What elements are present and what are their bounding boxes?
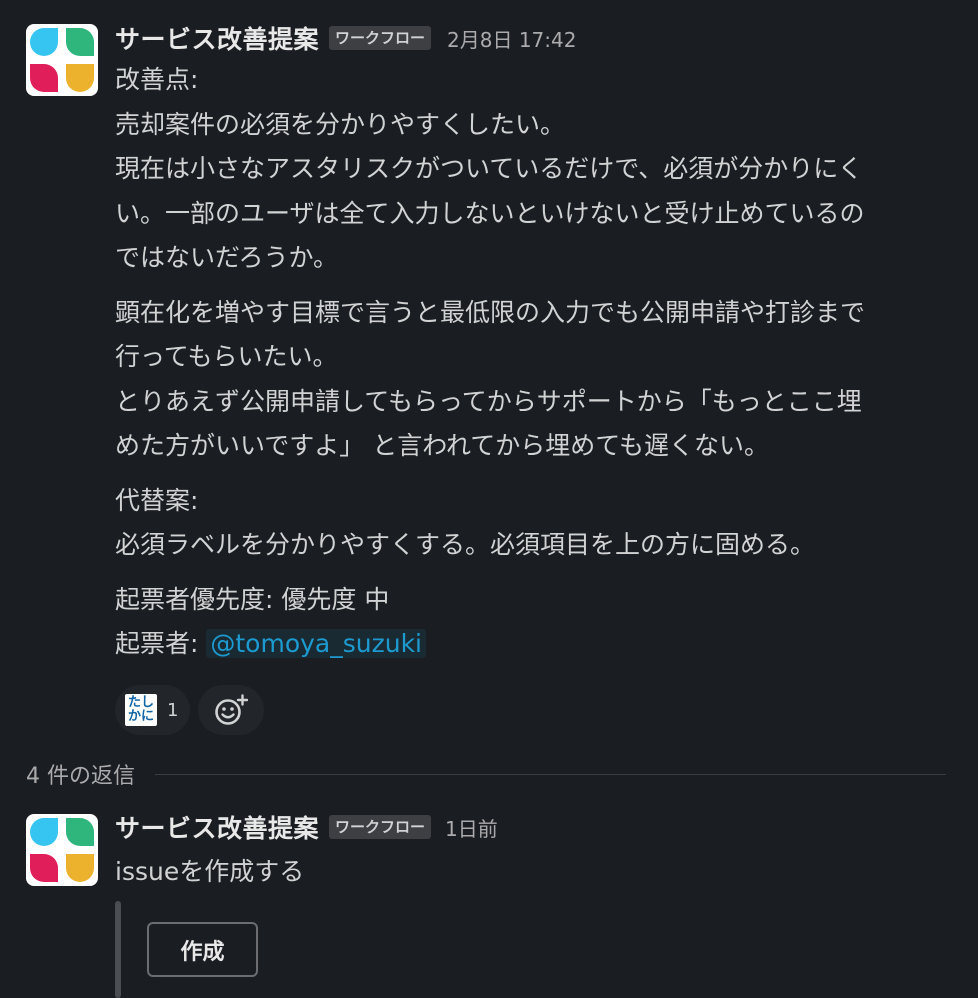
create-issue-button[interactable]: 作成 [147, 922, 258, 977]
reply-text: issueを作成する [115, 857, 305, 886]
divider-line [155, 773, 946, 775]
user-mention[interactable]: @tomoya_suzuki [206, 629, 426, 658]
workflow-badge: ワークフロー [329, 815, 432, 839]
thread-replies-divider: 4 件の返信 [26, 758, 946, 790]
reply-body: issueを作成する [115, 850, 965, 895]
message-paragraph: 代替案: 必須ラベルを分かりやすくする。必須項目を上の方に固める。 [115, 479, 965, 568]
text-line: とりあえず公開申請してもらってからサポートから「もっとここ埋 [115, 386, 862, 416]
app-logo-icon [30, 28, 94, 92]
text-line: 売却案件の必須を分かりやすくしたい。 [115, 109, 566, 139]
add-reaction-button[interactable] [198, 685, 265, 735]
text-line: い。一部のユーザは全て入力しないといけないと受け止めているの [115, 198, 865, 228]
reaction-bar: たし かに 1 [115, 685, 265, 735]
text-line: 顕在化を増やす目標で言うと最低限の入力でも公開申請や打診まで [115, 297, 866, 327]
reaction-tashikani[interactable]: たし かに 1 [115, 685, 191, 735]
reply-timestamp[interactable]: 1日前 [445, 813, 498, 842]
workflow-badge: ワークフロー [329, 26, 432, 50]
text-line: 改善点: [115, 65, 199, 94]
message-paragraph: 改善点: 売却案件の必須を分かりやすくしたい。 現在は小さなアスタリスクがついて… [115, 58, 965, 281]
text-line: 代替案: [115, 485, 199, 515]
text-line: めた方がいいですよ」 と言われてから埋めても遅くない。 [115, 431, 769, 460]
text-line: 起票者優先度: 優先度 中 [115, 584, 390, 614]
reaction-count: 1 [167, 699, 179, 721]
text-line: 必須ラベルを分かりやすくする。必須項目を上の方に固める。 [115, 530, 816, 559]
replies-count-label[interactable]: 4 件の返信 [26, 758, 135, 790]
tashikani-emoji-icon: たし かに [125, 694, 157, 726]
message-body: 改善点: 売却案件の必須を分かりやすくしたい。 現在は小さなアスタリスクがついて… [115, 58, 965, 667]
sender-name[interactable]: サービス改善提案 [115, 20, 319, 56]
message-paragraph: 起票者優先度: 優先度 中 起票者: @tomoya_suzuki [115, 578, 965, 667]
message-header: サービス改善提案 ワークフロー 2月8日 17:42 [115, 22, 576, 54]
app-avatar[interactable] [26, 24, 98, 96]
emoji-text-line: かに [127, 709, 154, 724]
sender-name[interactable]: サービス改善提案 [115, 809, 319, 845]
add-emoji-icon [215, 694, 249, 725]
attachment-accent-bar [115, 901, 121, 998]
text-line: 現在は小さなアスタリスクがついているだけで、必須が分かりにく [115, 154, 863, 183]
text-line: 行ってもらいたい。 [115, 342, 338, 371]
text-line: ではないだろうか。 [115, 243, 339, 272]
reply-header: サービス改善提案 ワークフロー 1日前 [115, 811, 498, 843]
reporter-label: 起票者: [115, 629, 207, 658]
message-timestamp[interactable]: 2月8日 17:42 [447, 24, 576, 53]
app-logo-icon [30, 818, 94, 882]
reporter-line: 起票者: @tomoya_suzuki [115, 622, 965, 667]
app-avatar[interactable] [26, 814, 98, 886]
emoji-text-line: たし [127, 695, 154, 710]
message-paragraph: 顕在化を増やす目標で言うと最低限の入力でも公開申請や打診まで 行ってもらいたい。… [115, 291, 965, 469]
